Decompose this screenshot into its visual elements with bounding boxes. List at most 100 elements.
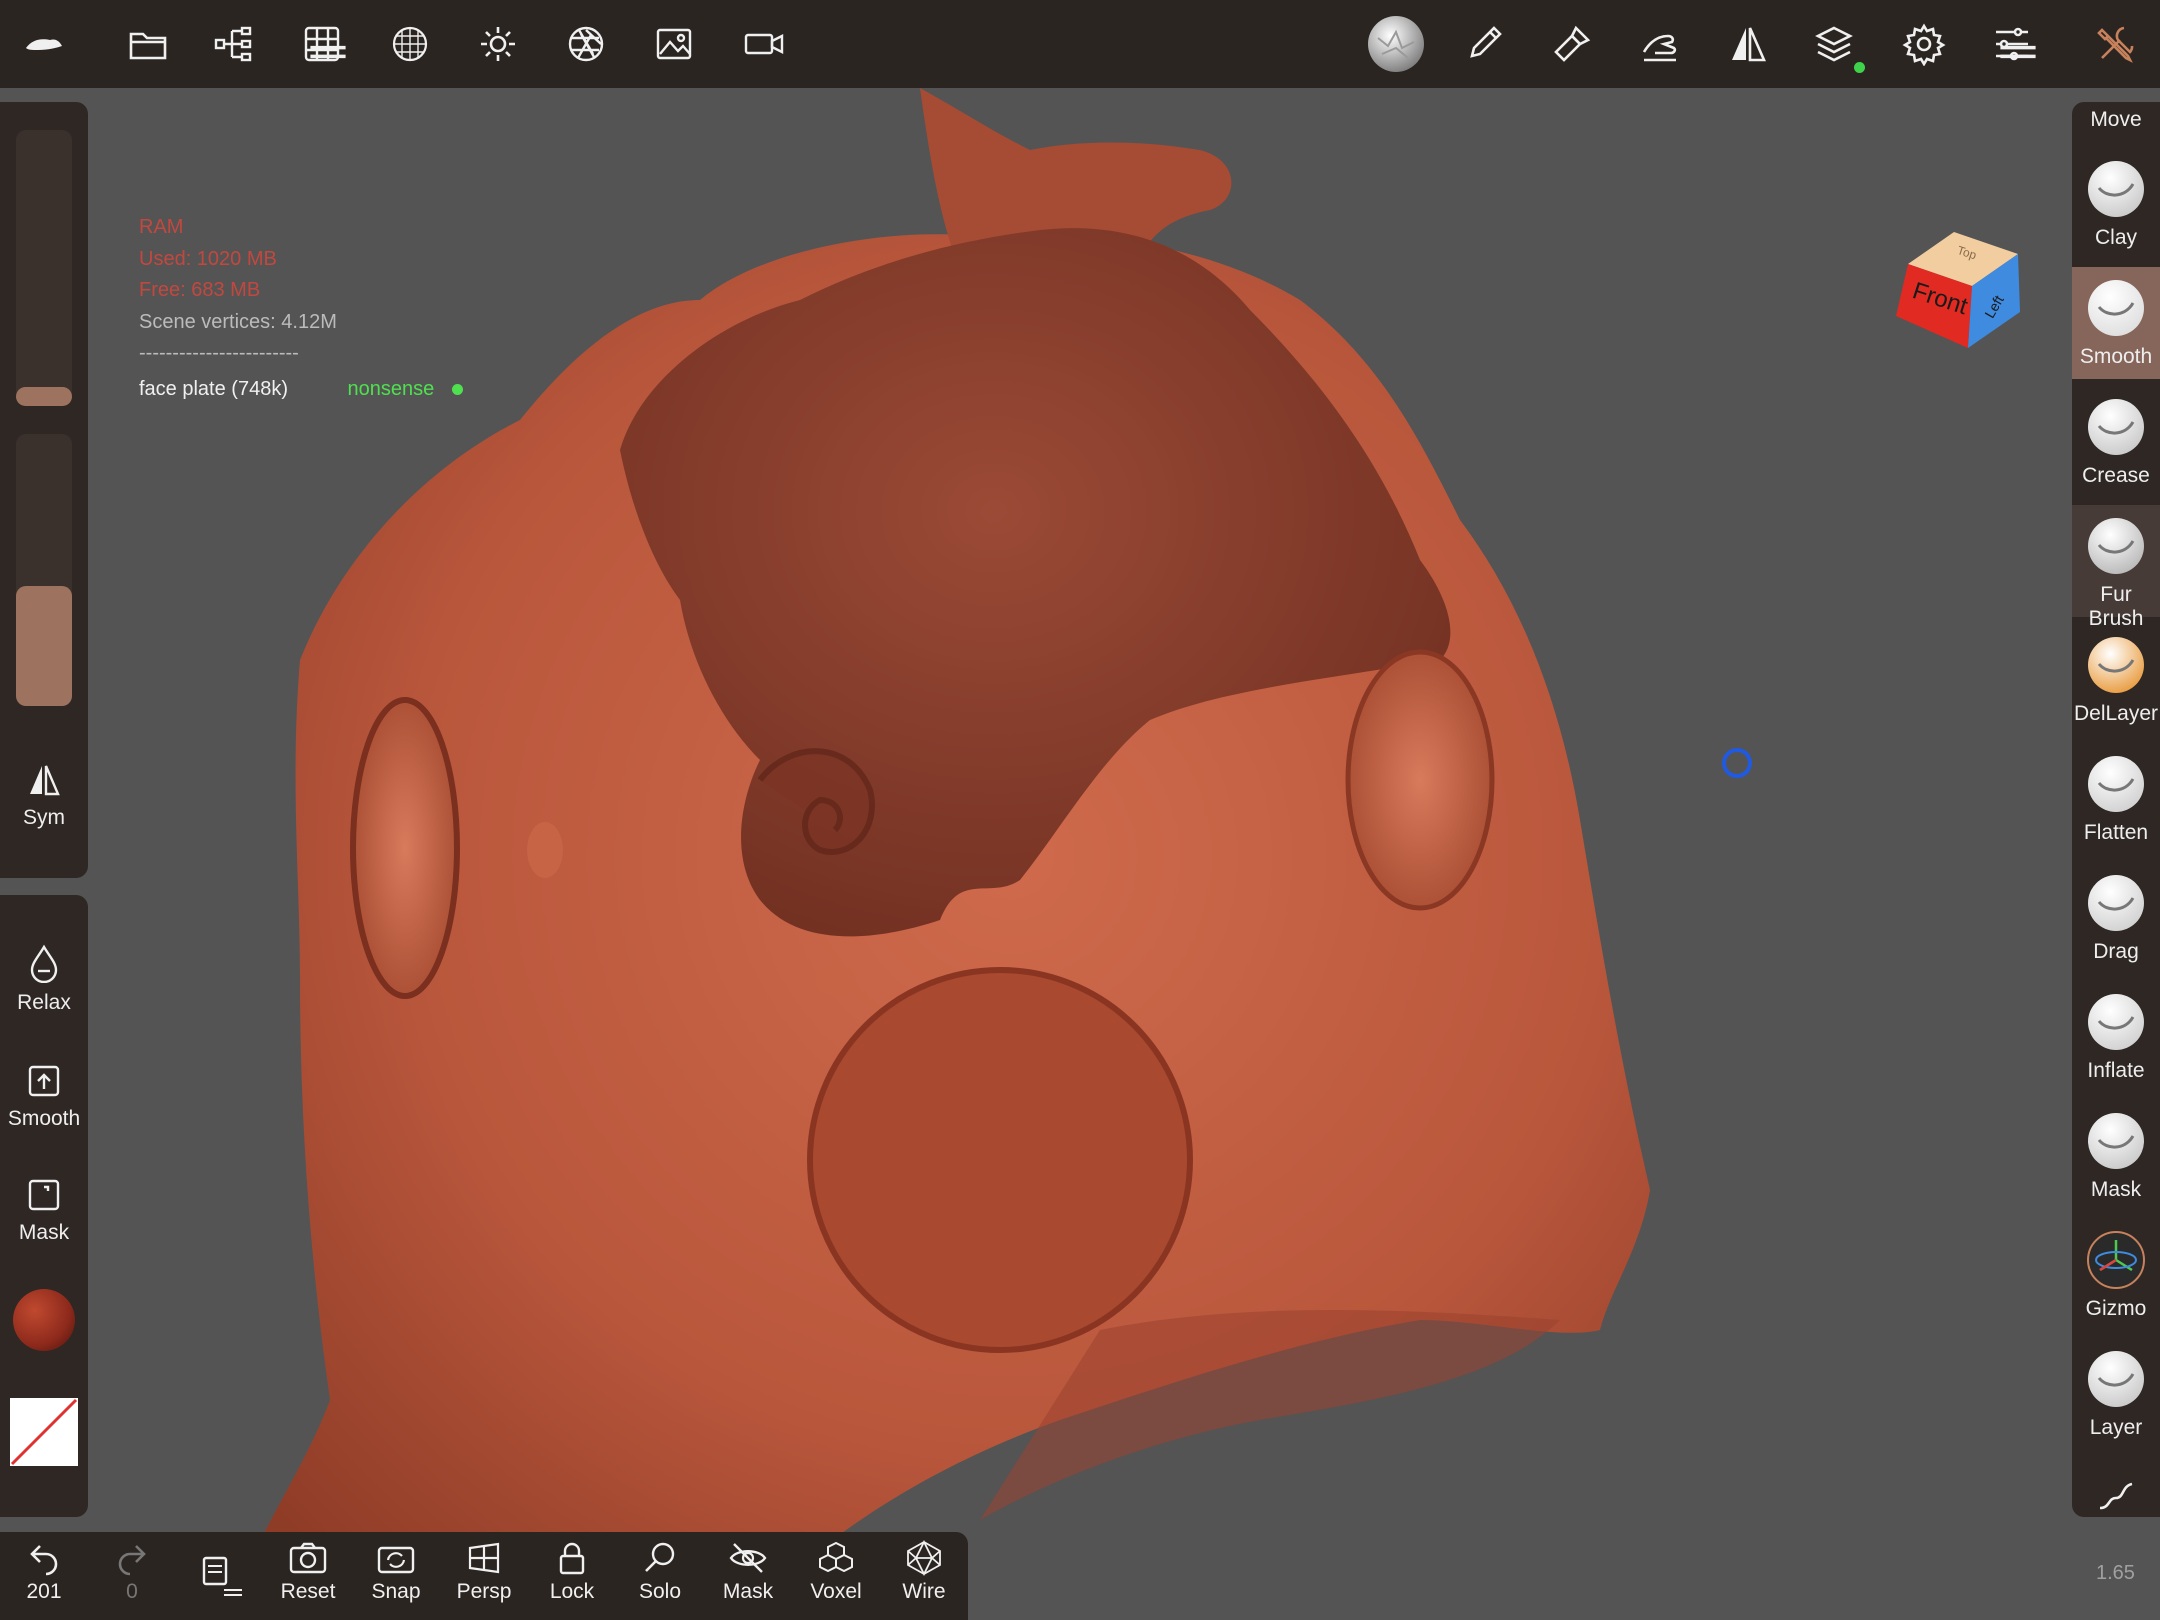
brush-radius-slider[interactable] <box>16 130 72 406</box>
symmetry-icon <box>30 765 60 796</box>
left-tool-panel: Sym <box>0 102 88 878</box>
sym-toggle[interactable]: Sym <box>0 762 88 830</box>
multires-sphere-icon[interactable] <box>376 10 444 78</box>
camera-rotate-icon <box>377 1546 415 1574</box>
bottom-toolbar: 201 0 Reset Snap Persp Lock Solo Mask Vo… <box>0 1532 968 1620</box>
camera-record-icon[interactable] <box>730 10 798 78</box>
mesh-entry[interactable]: face plate (748k) nonsense <box>139 374 463 406</box>
brush-intensity-slider[interactable] <box>16 434 72 706</box>
lock-button[interactable]: Lock <box>528 1540 616 1620</box>
mesh-name: face plate (748k) <box>139 377 288 400</box>
scene-tree-icon[interactable] <box>200 10 268 78</box>
upload-square-icon <box>28 1065 60 1097</box>
voxel-cubes-icon <box>819 1541 853 1573</box>
solo-button[interactable]: Solo <box>616 1540 704 1620</box>
sliders-icon[interactable] <box>1978 10 2046 78</box>
redo-button[interactable]: 0 <box>88 1540 176 1620</box>
brush-label: Mask <box>2090 1178 2142 1201</box>
brush-dellayer[interactable]: DelLayer <box>2072 624 2160 736</box>
snap-button[interactable]: Snap <box>352 1540 440 1620</box>
brush-fur-brush[interactable]: Fur Brush <box>2072 505 2160 630</box>
wire-button[interactable]: Wire <box>880 1540 968 1620</box>
drop-icon <box>30 944 58 983</box>
layers-status-dot <box>1854 62 1865 73</box>
app-logo-icon[interactable] <box>10 10 78 78</box>
brush-move[interactable]: Move <box>2072 108 2160 132</box>
hand-stroke-icon[interactable] <box>1626 10 1694 78</box>
light-sun-icon[interactable] <box>464 10 532 78</box>
navigation-cube[interactable]: Front Left Top <box>1888 226 2028 352</box>
brush-crease[interactable]: Crease <box>2072 386 2160 498</box>
brush-flatten[interactable]: Flatten <box>2072 743 2160 855</box>
brush-sphere-icon <box>2088 518 2144 574</box>
wire-label: Wire <box>902 1580 946 1603</box>
brush-radius-fill <box>16 386 72 406</box>
left-eye-slot <box>350 697 460 999</box>
mesh-tag: nonsense <box>347 377 435 400</box>
symmetry-icon[interactable] <box>1714 10 1782 78</box>
mask-button[interactable]: Mask <box>0 1177 88 1245</box>
brush-pen-icon[interactable] <box>1450 10 1518 78</box>
brush-clay[interactable]: Clay <box>2072 148 2160 260</box>
small-bump <box>815 964 855 996</box>
aperture-icon[interactable] <box>552 10 620 78</box>
info-separator: ------------------------ <box>139 342 299 364</box>
brush-label: DelLayer <box>2073 702 2159 725</box>
undo-count: 201 <box>26 1580 62 1603</box>
folder-icon[interactable] <box>114 10 182 78</box>
brush-sphere-icon <box>2088 875 2144 931</box>
brush-smooth[interactable]: Smooth <box>2072 267 2160 379</box>
mask-visibility-button[interactable]: Mask <box>704 1540 792 1620</box>
reset-button[interactable]: Reset <box>264 1540 352 1620</box>
brush-label: Layer <box>2089 1416 2143 1439</box>
voxel-button[interactable]: Voxel <box>792 1540 880 1620</box>
image-icon[interactable] <box>640 10 708 78</box>
brush-layer[interactable]: Layer <box>2072 1338 2160 1450</box>
brush-label: Crease <box>2082 464 2150 487</box>
cheek-disc <box>807 967 1193 1353</box>
paint-brush-icon[interactable] <box>1538 10 1606 78</box>
scene-info-overlay: RAM Used: 1020 MB Free: 683 MB Scene ver… <box>139 212 463 405</box>
persp-button[interactable]: Persp <box>440 1540 528 1620</box>
sculpt-viewport[interactable]: RAM Used: 1020 MB Free: 683 MB Scene ver… <box>0 88 2160 1620</box>
brush-label: Drag <box>2093 940 2139 963</box>
brush-sphere-icon <box>2088 280 2144 336</box>
lock-label: Lock <box>549 1580 595 1603</box>
stack-icon <box>202 1556 242 1596</box>
brush-mask[interactable]: Mask <box>2072 1100 2160 1212</box>
scene-stack-button[interactable] <box>176 1540 264 1620</box>
smooth-button[interactable]: Smooth <box>0 1063 88 1131</box>
layers-icon[interactable] <box>1800 10 1868 78</box>
top-toolbar <box>0 0 2160 88</box>
current-brush-icon[interactable] <box>1362 10 1430 78</box>
brush-inflate[interactable]: Inflate <box>2072 981 2160 1093</box>
wireframe-icon <box>907 1540 941 1576</box>
material-swatch[interactable] <box>13 1289 75 1351</box>
eye-slash-icon <box>729 1543 767 1573</box>
stroke-curve-icon[interactable] <box>2072 1474 2160 1514</box>
undo-icon <box>30 1545 58 1576</box>
tools-icon[interactable] <box>2082 10 2150 78</box>
scene-vertices: Scene vertices: 4.12M <box>139 310 337 333</box>
alpha-texture-swatch[interactable] <box>10 1398 78 1466</box>
mask-label: Mask <box>18 1221 70 1244</box>
brush-sphere-icon <box>2088 756 2144 812</box>
relax-button[interactable]: Relax <box>0 943 88 1015</box>
brush-sphere-icon <box>2088 1351 2144 1407</box>
left-actions-panel: Relax Smooth Mask <box>0 895 88 1517</box>
sym-label: Sym <box>23 806 65 829</box>
undo-button[interactable]: 201 <box>0 1540 88 1620</box>
small-bump <box>527 822 563 878</box>
brush-label: Smooth <box>2079 345 2153 368</box>
settings-gear-icon[interactable] <box>1890 10 1958 78</box>
lock-icon <box>559 1542 585 1575</box>
brush-sphere-icon <box>2088 994 2144 1050</box>
topology-grid-icon[interactable] <box>288 10 356 78</box>
brush-label: Gizmo <box>2085 1297 2147 1320</box>
brush-gizmo[interactable]: Gizmo <box>2072 1219 2160 1331</box>
brush-label: Inflate <box>2087 1059 2145 1082</box>
voxel-label: Voxel <box>810 1580 862 1603</box>
reset-label: Reset <box>280 1580 336 1603</box>
brush-drag[interactable]: Drag <box>2072 862 2160 974</box>
camera-icon <box>289 1542 327 1574</box>
